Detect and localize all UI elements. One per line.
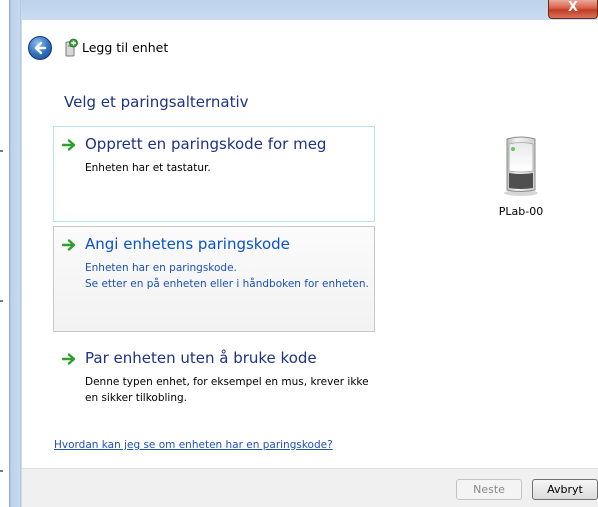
next-button[interactable]: Neste xyxy=(456,479,522,500)
window-title: Legg til enhet xyxy=(82,40,169,55)
option-description: Enheten har et tastatur. xyxy=(85,162,211,174)
option-description: Enheten har en paringskode. Se etter en … xyxy=(85,262,369,290)
back-button[interactable] xyxy=(28,36,52,60)
option-enter-device-code[interactable]: Angi enhetens paringskode Enheten har en… xyxy=(53,226,375,332)
back-arrow-icon xyxy=(34,41,47,55)
wizard-footer: Neste Avbryt xyxy=(22,468,598,507)
option-description: Denne typen enhet, for eksempel en mus, … xyxy=(85,376,369,404)
pc-tower-icon xyxy=(504,136,538,196)
device-tile: PLab-00 xyxy=(490,135,552,218)
option-pair-without-code[interactable]: Par enheten uten å bruke kode Denne type… xyxy=(53,340,375,410)
cancel-button[interactable]: Avbryt xyxy=(532,479,598,500)
add-device-window: X Legg til enhet Velg et paringsalternat… xyxy=(0,0,598,507)
device-name: PLab-00 xyxy=(498,205,544,218)
help-link[interactable]: Hvordan kan jeg se om enheten har en par… xyxy=(54,439,333,451)
close-button[interactable]: X xyxy=(548,0,598,19)
wizard-header: Legg til enhet xyxy=(22,20,598,70)
page-heading: Velg et paringsalternativ xyxy=(64,93,249,111)
green-arrow-icon xyxy=(62,139,76,151)
wizard-content: Velg et paringsalternativ Opprett en par… xyxy=(22,70,598,468)
green-arrow-icon xyxy=(62,353,76,365)
title-bar: X xyxy=(22,0,598,20)
green-arrow-icon xyxy=(62,239,76,251)
option-title: Par enheten uten å bruke kode xyxy=(85,349,317,367)
add-device-icon xyxy=(65,38,78,57)
option-title: Angi enhetens paringskode xyxy=(85,235,290,253)
option-title: Opprett en paringskode for meg xyxy=(85,135,327,153)
option-create-pairing-code[interactable]: Opprett en paringskode for meg Enheten h… xyxy=(53,126,375,222)
window-left-border xyxy=(0,0,22,507)
